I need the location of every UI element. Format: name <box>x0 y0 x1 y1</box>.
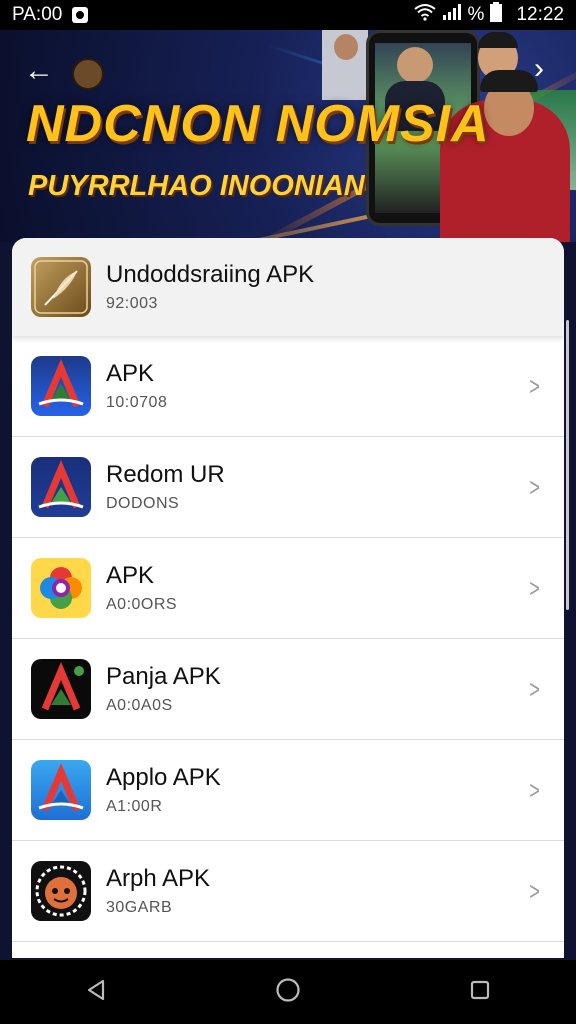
chevron-right-icon: > <box>529 875 540 906</box>
face-icon <box>31 861 91 921</box>
status-bar: PA:00 % 12:22 <box>0 0 576 30</box>
wifi-icon <box>413 3 436 27</box>
flower-icon <box>31 558 91 618</box>
chevron-right-icon: > <box>529 370 540 401</box>
list-item-subtitle: A0:0A0S <box>106 697 173 714</box>
list-item-title: Applo APK <box>106 764 221 791</box>
navigation-bar <box>0 960 576 1024</box>
list-item-title: Arph APK <box>106 865 211 892</box>
list-item-title: APK <box>106 562 155 589</box>
a-logo-icon <box>31 659 91 719</box>
list-item[interactable]: Panja APK A0:0A0S > <box>12 639 564 740</box>
banner-person-image <box>478 32 518 48</box>
home-nav-icon[interactable] <box>275 977 301 1008</box>
banner-person-image <box>480 70 538 92</box>
list-item[interactable]: APK A0:0ORS > <box>12 538 564 639</box>
battery-icon <box>490 2 503 28</box>
banner-person-image <box>334 34 358 60</box>
a-logo-icon <box>31 457 91 517</box>
list-item[interactable]: Redom UR DODONS > <box>12 437 564 538</box>
list-item-title: APK <box>106 360 155 387</box>
banner-subtitle: PUYRRLHAO INOONIAN <box>28 170 365 202</box>
scrollbar[interactable] <box>566 320 569 610</box>
banner-title: NDCNON NOMSIA <box>26 95 490 153</box>
list-item-title: Redom UR <box>106 461 225 488</box>
promo-banner[interactable]: ← › NDCNON NOMSIA PUYRRLHAO INOONIAN <box>0 30 576 242</box>
clock: 12:22 <box>516 4 564 25</box>
app-list: Undoddsraiing APK 92:003 APK 10:0708 > R… <box>12 238 564 958</box>
list-item-title: Undoddsraiing APK <box>106 261 315 288</box>
list-item-subtitle: A0:0ORS <box>106 596 178 613</box>
chevron-right-icon: > <box>529 572 540 603</box>
signal-icon <box>442 3 462 27</box>
back-arrow-icon[interactable]: ← <box>24 56 54 86</box>
chevron-right-icon: > <box>529 774 540 805</box>
list-item-subtitle: 30GARB <box>106 899 173 916</box>
recents-nav-icon[interactable] <box>468 978 492 1007</box>
list-item[interactable]: Undoddsraiing APK 92:003 <box>12 238 564 336</box>
list-item-subtitle: A1:00R <box>106 798 163 815</box>
notification-icon <box>72 7 89 23</box>
list-item-title: Panja APK <box>106 663 221 690</box>
list-item-subtitle: 10:0708 <box>106 394 168 411</box>
avatar[interactable] <box>72 58 104 90</box>
chevron-right-icon: > <box>529 673 540 704</box>
status-left-text: PA:00 <box>12 4 63 25</box>
a-logo-icon <box>31 760 91 820</box>
feather-icon <box>31 257 91 317</box>
chevron-right-icon: > <box>529 471 540 502</box>
list-item[interactable]: Applo APK A1:00R > <box>12 740 564 841</box>
list-item[interactable]: APK 10:0708 > <box>12 336 564 437</box>
signal-percent-text: % <box>467 4 485 25</box>
a-logo-icon <box>31 356 91 416</box>
list-item[interactable]: Arph APK 30GARB > <box>12 841 564 942</box>
list-item-subtitle: 92:003 <box>106 295 158 312</box>
list-item-subtitle: DODONS <box>106 495 180 512</box>
chevron-right-icon[interactable]: › <box>534 52 544 86</box>
back-nav-icon[interactable] <box>84 978 108 1007</box>
